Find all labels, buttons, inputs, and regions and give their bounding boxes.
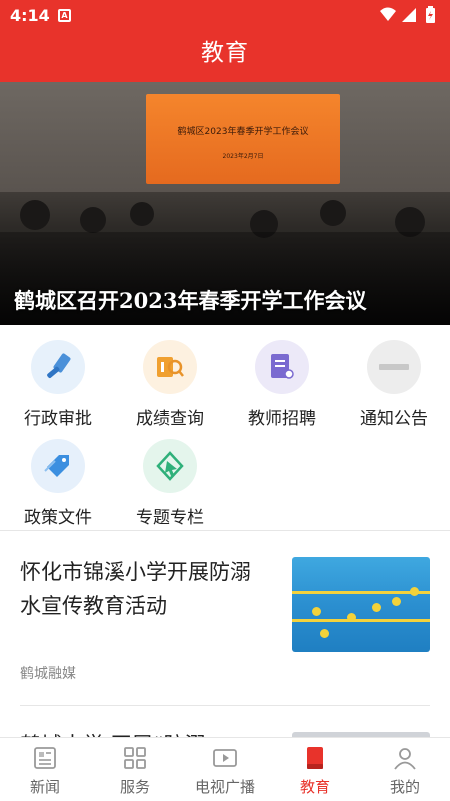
user-icon [394,748,416,770]
swimmer-figure [347,613,356,622]
tab-me[interactable]: 我的 [360,738,450,801]
banner-screen-title: 鹤城区2023年春季开学工作会议 [177,127,309,137]
tab-education[interactable]: 教育 [270,738,360,801]
service-item-teacher-recruit[interactable]: 教师招聘 [226,332,338,429]
hero-banner[interactable]: 鹤城区2023年春季开学工作会议 2023年2月7日 鹤城区召开2023年春季开… [0,82,450,325]
news-article-item[interactable]: 怀化市锦溪小学开展防溺水宣传教育活动 鹤城融媒 [20,555,432,705]
notification-icon: A [58,9,71,22]
service-label: 政策文件 [24,508,92,528]
service-item-score-query[interactable]: 成绩查询 [114,332,226,429]
gavel-icon [47,353,71,378]
swimmer-figure [392,597,401,606]
banner-projection-screen: 鹤城区2023年春季开学工作会议 2023年2月7日 [146,94,340,184]
tab-tv-radio[interactable]: 电视广播 [180,738,270,801]
system-status-icons [380,6,435,23]
swimmer-figure [320,629,329,638]
notice-logo-icon [379,364,409,370]
pool-lane-rope [292,619,430,622]
tab-services[interactable]: 服务 [90,738,180,801]
service-item-special-topics[interactable]: 专题专栏 [114,431,226,528]
tag-icon [44,455,69,477]
book-icon [307,747,323,769]
article-divider [20,705,430,706]
service-item-notice[interactable]: 通知公告 [338,332,450,429]
swimmer-figure [372,603,381,612]
tab-label: 教育 [299,778,330,796]
service-icon-bg [31,439,85,493]
bottom-tab-bar: 新闻 服务 电视广播 教育 我的 [0,737,450,801]
status-time: 4:14 [10,6,50,25]
service-label: 行政审批 [24,409,92,429]
service-icon-bg [31,340,85,394]
title-bar: 教育 [0,30,450,82]
tab-label: 电视广播 [194,778,255,796]
banner-photo-figure [80,207,106,233]
service-item-policy-docs[interactable]: 政策文件 [2,431,114,528]
page-title: 教育 [201,40,249,66]
section-divider [0,530,450,531]
article-source: 鹤城融媒 [20,666,76,682]
tab-news[interactable]: 新闻 [0,738,90,801]
banner-photo-figure [320,200,346,226]
status-bar: 4:14 A [0,0,450,30]
banner-screen-date: 2023年2月7日 [222,153,264,160]
newspaper-icon [34,747,56,769]
service-label: 成绩查询 [136,409,204,429]
service-item-admin-approval[interactable]: 行政审批 [2,332,114,429]
cursor-icon [156,451,184,481]
article-title: 怀化市锦溪小学开展防溺水宣传教育活动 [20,560,251,618]
service-icon-bg [143,439,197,493]
banner-photo-figure [130,202,154,226]
service-icon-bg [255,340,309,394]
service-label: 通知公告 [360,409,428,429]
banner-photo-figure [20,200,50,230]
resume-icon [271,354,294,379]
tab-label: 新闻 [29,778,60,796]
tab-label: 我的 [389,778,420,796]
article-thumbnail [292,557,430,652]
tab-label: 服务 [119,778,150,796]
grid-icon [124,747,146,769]
swimmer-figure [410,587,419,596]
banner-caption: 鹤城区召开2023年春季开学工作会议 [14,288,367,313]
service-icon-bg [143,340,197,394]
service-icon-bg [367,340,421,394]
swimmer-figure [312,607,321,616]
tv-icon [213,749,237,767]
service-label: 教师招聘 [248,409,316,429]
service-grid: 行政审批 成绩查询 教师招聘 通知公告 政策文件 专题专栏 [0,332,450,532]
search-doc-icon [157,357,184,377]
service-label: 专题专栏 [136,508,204,528]
